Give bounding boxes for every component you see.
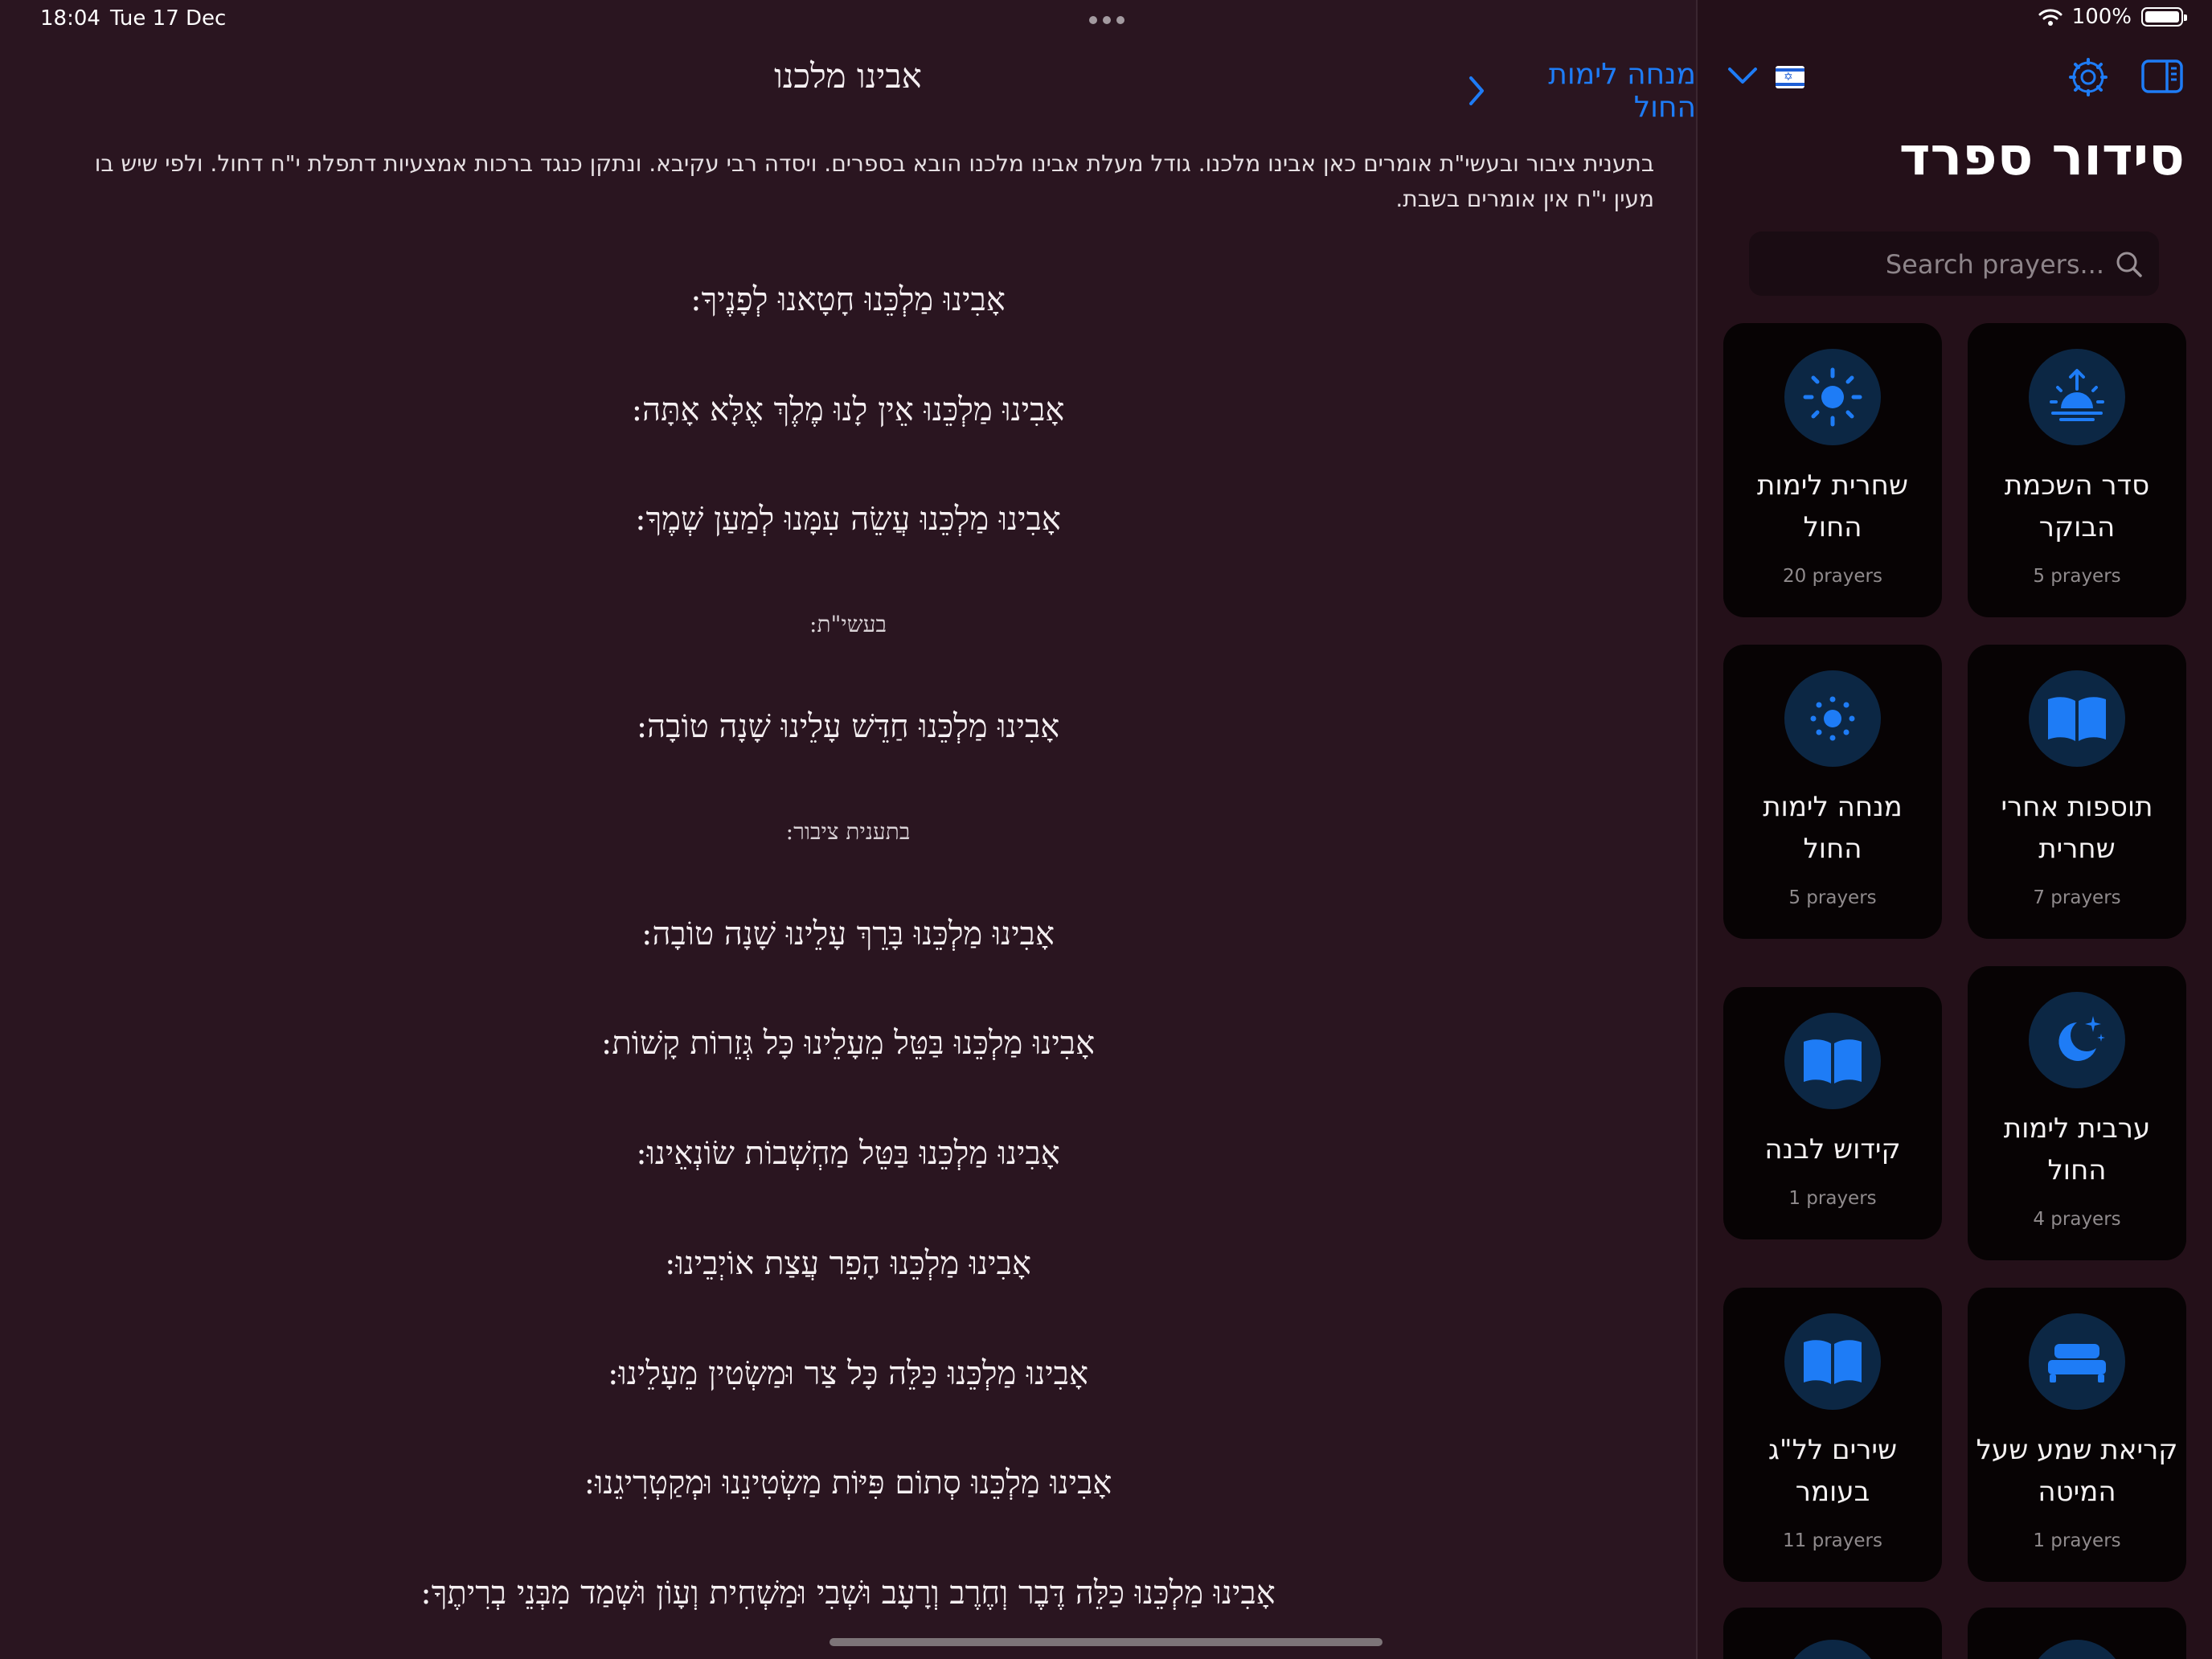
israel-flag-icon[interactable]: ✡	[1776, 66, 1804, 88]
sun-small-icon	[1784, 670, 1881, 767]
home-indicator[interactable]	[830, 1638, 1382, 1646]
category-icon	[1784, 1640, 1881, 1659]
card-title: קידוש לבנה	[1764, 1133, 1901, 1165]
card-count: 1 prayers	[2033, 1530, 2121, 1551]
prayer-line: אָבִינוּ מַלְכֵּנוּ כַּלֵּה כָּל צַר וּמ…	[607, 1355, 1089, 1392]
wifi-icon	[2038, 7, 2062, 27]
card-title: שחרית לימות החול	[1757, 469, 1908, 543]
prayer-line: אָבִינוּ מַלְכֵּנוּ בַּטֵּל מֵעָלֵינוּ כ…	[600, 1025, 1096, 1062]
battery-percentage: 100%	[2071, 5, 2132, 29]
status-time: 18:04	[40, 6, 100, 31]
status-indicators: 100%	[2038, 5, 2187, 29]
gear-icon[interactable]	[2069, 58, 2108, 100]
category-card[interactable]: תוספות אחרי שחרית 7 prayers	[1968, 645, 2186, 939]
prayer-instruction: בעשי"ת:	[809, 611, 887, 637]
category-card[interactable]: קידוש לבנה 1 prayers	[1723, 987, 1942, 1239]
card-count: 4 prayers	[2033, 1209, 2121, 1230]
prayer-line: אָבִינוּ מַלְכֵּנוּ אֵין לָנוּ מֶלֶךְ אֶ…	[631, 391, 1065, 428]
app-window: אבינו מלכנו מנחה לימות החול בתענית ציבור…	[0, 0, 2212, 1659]
chevron-down-icon[interactable]	[1727, 66, 1759, 90]
card-count: 20 prayers	[1783, 566, 1882, 587]
battery-icon	[2141, 7, 2187, 27]
category-card[interactable]: שירים לל"ג בעומר 11 prayers	[1723, 1288, 1942, 1582]
book-icon	[2029, 670, 2125, 767]
back-button[interactable]: מנחה לימות החול	[1468, 58, 1696, 124]
card-count: 5 prayers	[1788, 887, 1877, 908]
back-button-label: מנחה לימות החול	[1548, 58, 1696, 124]
card-title: מנחה לימות החול	[1763, 791, 1903, 865]
category-icon	[2029, 1640, 2125, 1659]
search-input[interactable]	[1765, 231, 2106, 297]
search-bar[interactable]	[1749, 231, 2159, 297]
prayer-instruction: בתענית ציבור:	[785, 818, 911, 845]
category-card[interactable]: שחרית לימות החול 20 prayers	[1723, 323, 1942, 617]
card-title: ערבית לימות החול	[2003, 1112, 2151, 1186]
multitasking-handle[interactable]	[1089, 16, 1124, 24]
book-icon	[1784, 1013, 1881, 1109]
moon-stars-icon	[2029, 992, 2125, 1088]
card-count: 5 prayers	[2033, 566, 2121, 587]
sidebar-toggle-icon[interactable]	[2141, 59, 2183, 96]
card-title: שירים לל"ג בעומר	[1768, 1434, 1898, 1508]
sun-icon	[1784, 349, 1881, 445]
status-date: Tue 17 Dec	[110, 6, 227, 31]
prayer-line: אָבִינוּ מַלְכֵּנוּ חָטָאנוּ לְפָנֶיךָ:	[690, 281, 1006, 318]
card-title: קריאת שמע שעל המיטה	[1976, 1434, 2178, 1508]
category-card[interactable]	[1968, 1608, 2186, 1659]
intro-text: בתענית ציבור ובעשי"ת אומרים כאן אבינו מל…	[94, 150, 1654, 212]
category-card[interactable]: קריאת שמע שעל המיטה 1 prayers	[1968, 1288, 2186, 1582]
chevron-right-icon	[1468, 75, 1485, 107]
prayer-line: אָבִינוּ מַלְכֵּנוּ בַּטֵּל מַחְשְׁבוֹת …	[636, 1135, 1060, 1172]
prayer-line: אָבִינוּ מַלְכֵּנוּ סְתוֹם פִּיּוֹת מַשְ…	[584, 1464, 1112, 1501]
page-title: אבינו מלכנו	[774, 56, 922, 96]
book-icon	[1784, 1313, 1881, 1410]
category-card[interactable]: ערבית לימות החול 4 prayers	[1968, 966, 2186, 1260]
category-card[interactable]: מנחה לימות החול 5 prayers	[1723, 645, 1942, 939]
card-count: 1 prayers	[1788, 1188, 1877, 1209]
prayer-line: אָבִינוּ מַלְכֵּנוּ חַדֵּשׁ עָלֵינוּ שָׁ…	[636, 708, 1060, 745]
prayer-line: אָבִינוּ מַלְכֵּנוּ בָּרֵךְ עָלֵינוּ שָׁ…	[641, 916, 1055, 952]
card-count: 11 prayers	[1783, 1530, 1882, 1551]
search-icon	[2116, 251, 2143, 281]
card-title: תוספות אחרי שחרית	[2001, 791, 2153, 865]
prayer-line: אָבִינוּ מַלְכֵּנוּ עֲשֵׂה עִמָּנוּ לְמַ…	[635, 501, 1061, 538]
prayer-line: אָבִינוּ מַלְכֵּנוּ הָפֵר עֲצַת אוֹיְבֵי…	[665, 1245, 1031, 1282]
card-title: סדר השכמת הבוקר	[2004, 469, 2150, 543]
prayer-line: אָבִינוּ מַלְכֵּנוּ כַּלֵּה דֶּבֶר וְחֶר…	[420, 1575, 1276, 1612]
sidebar-title: סידור ספרד	[1899, 125, 2185, 187]
card-count: 7 prayers	[2033, 887, 2121, 908]
category-card[interactable]	[1723, 1608, 1942, 1659]
sunrise-icon	[2029, 349, 2125, 445]
bed-icon	[2029, 1313, 2125, 1410]
category-card[interactable]: סדר השכמת הבוקר 5 prayers	[1968, 323, 2186, 617]
reader-pane: אבינו מלכנו מנחה לימות החול בתענית ציבור…	[0, 0, 1696, 1659]
